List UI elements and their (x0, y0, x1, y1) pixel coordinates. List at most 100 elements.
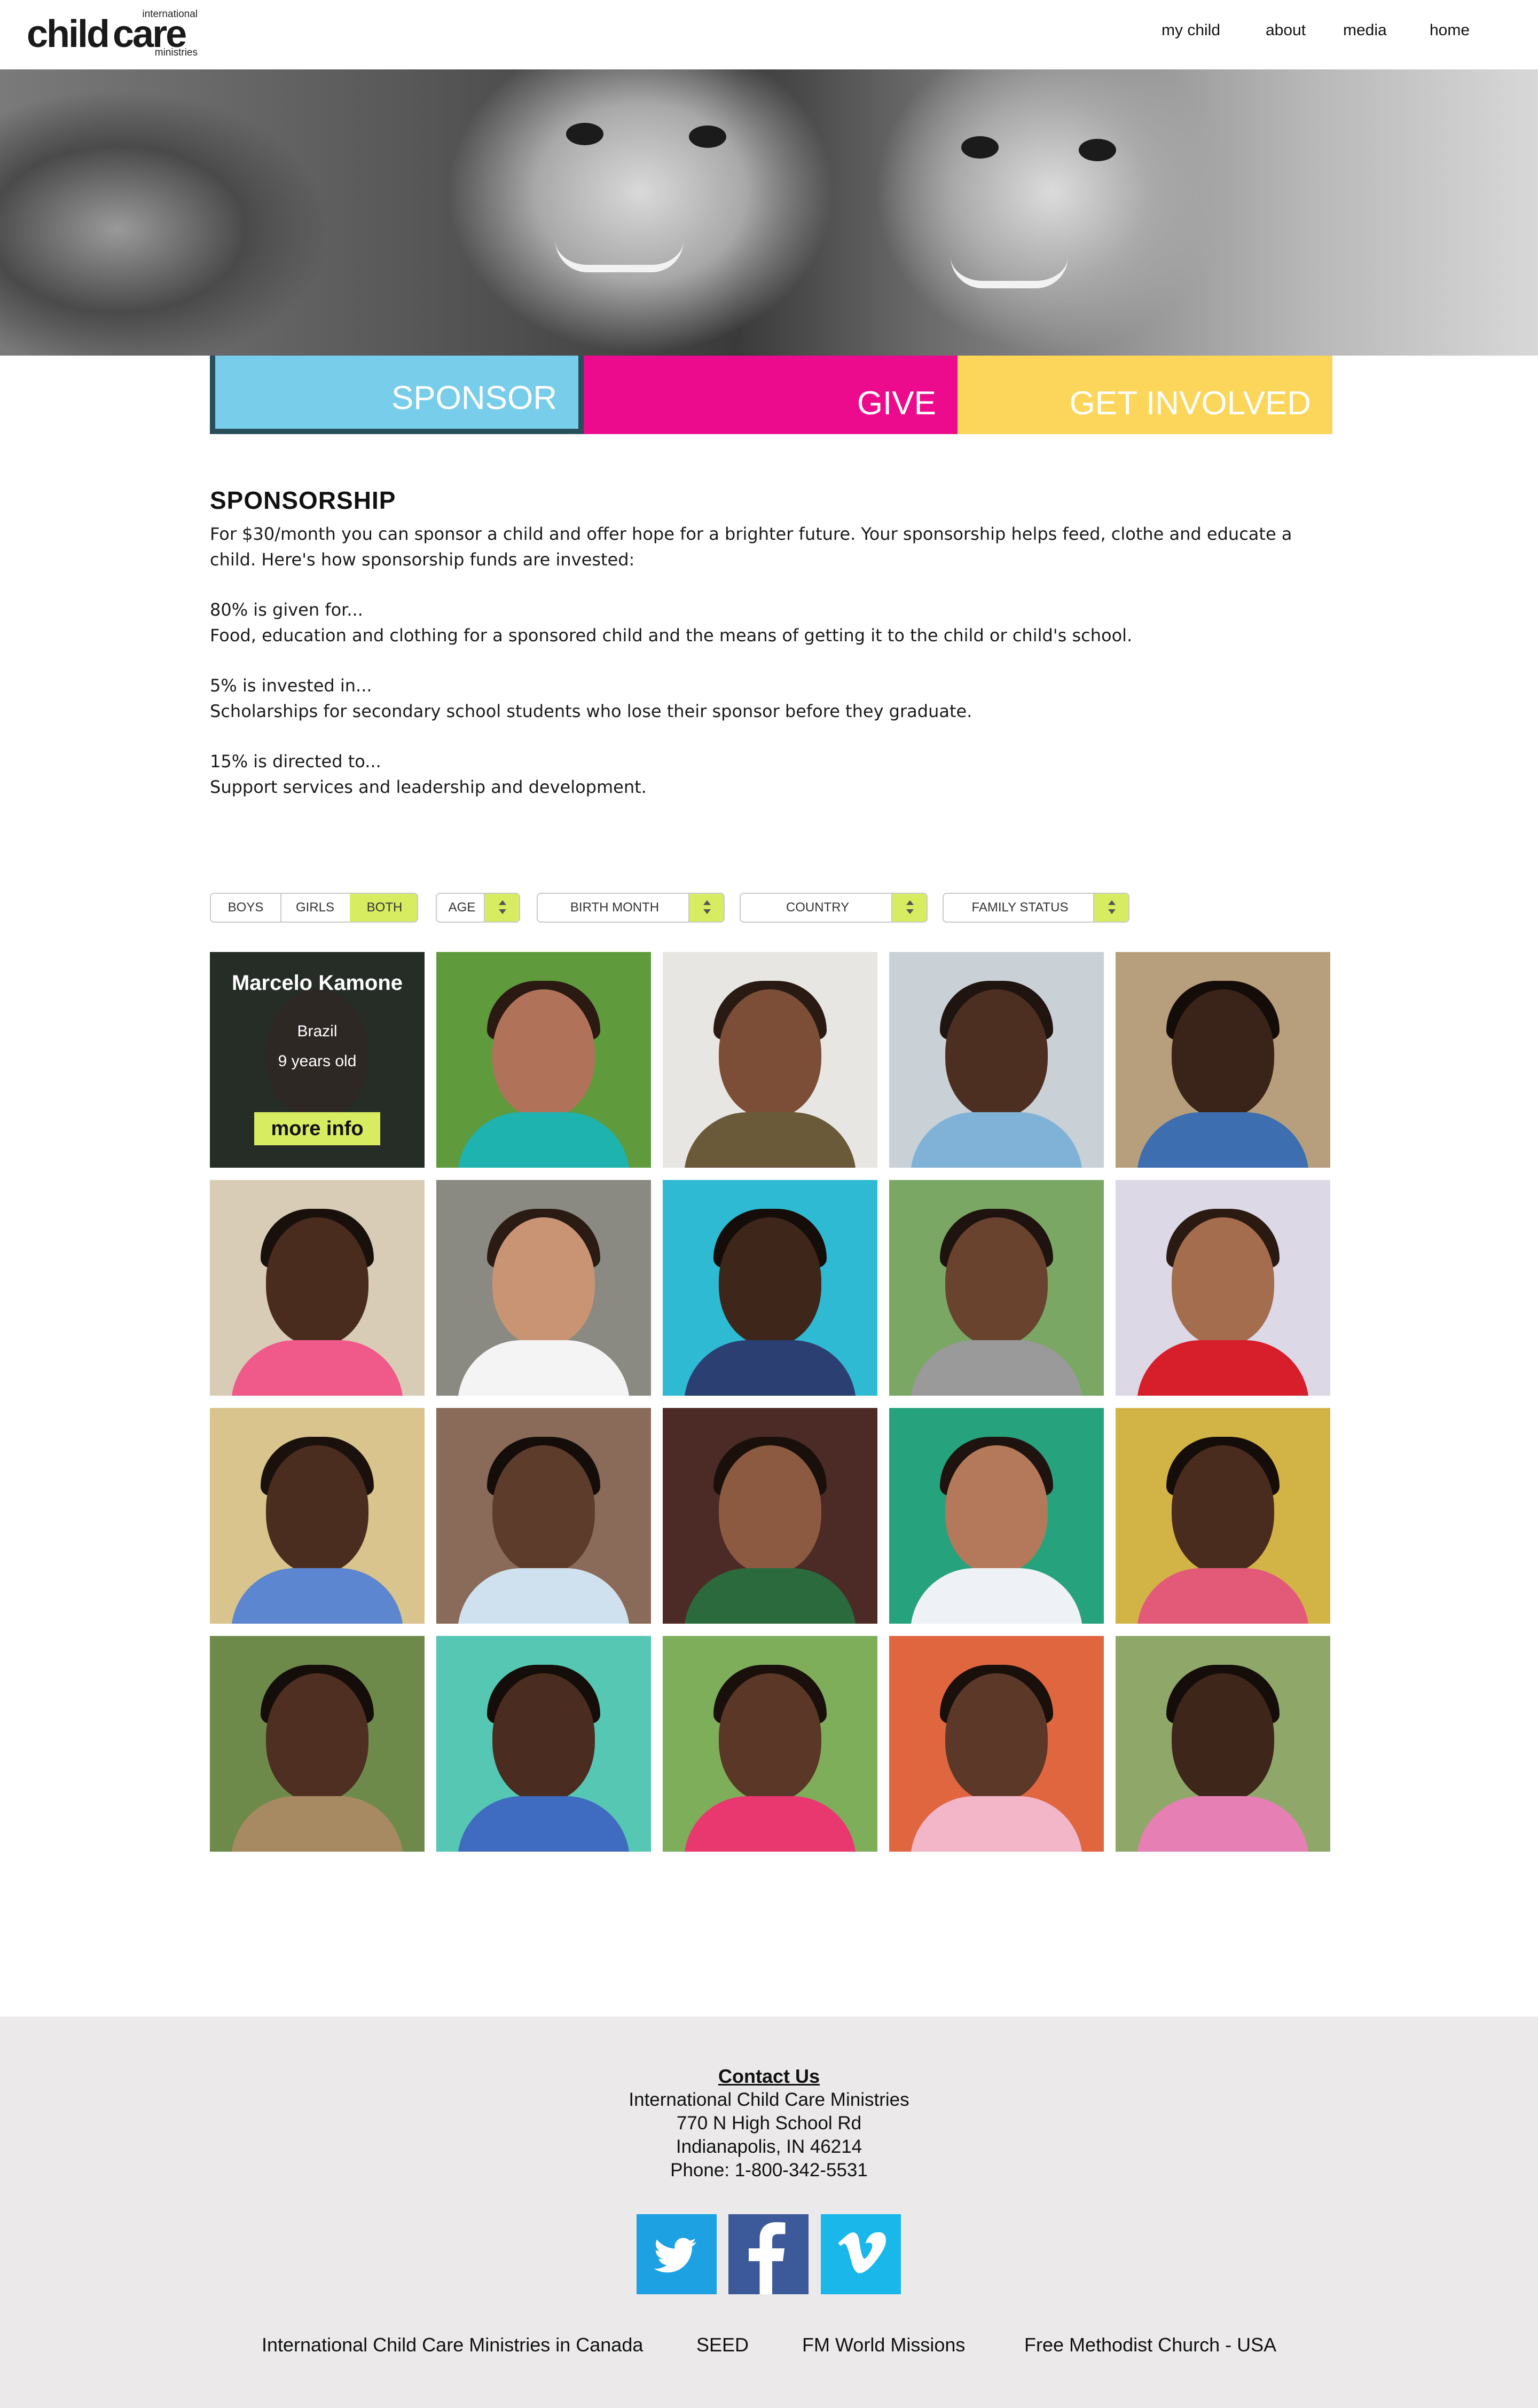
child-face (1172, 989, 1274, 1118)
twitter-icon[interactable] (637, 2214, 717, 2294)
hero-eye (689, 125, 726, 148)
filter-girls-button[interactable]: GIRLS (280, 894, 351, 922)
contact-phone: Phone: 1-800-342-5531 (670, 2160, 868, 2181)
child-clothing (458, 1112, 630, 1168)
child-photo[interactable] (210, 1636, 425, 1852)
hero-eye (566, 123, 603, 145)
child-photo[interactable] (663, 952, 877, 1168)
child-face (266, 1445, 368, 1573)
logo-child-text: child (27, 13, 110, 56)
child-face (719, 1673, 821, 1801)
allocation-15-heading: 15% is directed to... (210, 751, 381, 772)
child-photo-featured[interactable]: Marcelo Kamone Brazil 9 years old more i… (210, 952, 425, 1168)
child-filters: BOYS GIRLS BOTH AGE BIRTH MONTH COUNTRY … (210, 893, 1332, 925)
child-clothing (911, 1112, 1082, 1168)
child-photo[interactable] (210, 1408, 425, 1624)
child-face (1172, 1673, 1274, 1801)
site-footer: Contact Us International Child Care Mini… (0, 2017, 1538, 2408)
child-face (1172, 1445, 1274, 1573)
child-face (945, 1445, 1048, 1573)
birth-month-select[interactable]: BIRTH MONTH (537, 893, 725, 923)
child-photo[interactable] (436, 1180, 651, 1396)
tab-sponsor[interactable]: SPONSOR (210, 356, 584, 434)
facebook-f-glyph (749, 2222, 786, 2294)
age-select-label: AGE (448, 900, 476, 915)
child-face (1172, 1217, 1274, 1345)
filter-boys-button[interactable]: BOYS (211, 894, 281, 922)
child-photo[interactable] (889, 1180, 1104, 1396)
child-photo[interactable] (1116, 952, 1330, 1168)
child-photo[interactable] (889, 1636, 1104, 1852)
footer-link-icc-canada[interactable]: International Child Care Ministries in C… (262, 2334, 643, 2356)
child-clothing (684, 1796, 856, 1852)
child-photo[interactable] (663, 1180, 877, 1396)
country-select-arrows-icon[interactable] (891, 894, 927, 922)
country-select[interactable]: COUNTRY (740, 893, 928, 923)
child-photo[interactable] (663, 1408, 877, 1624)
child-clothing (1137, 1568, 1309, 1624)
country-select-label: COUNTRY (786, 900, 850, 915)
twitter-bird-glyph (654, 2238, 696, 2273)
gender-filter: BOYS GIRLS BOTH (210, 893, 418, 923)
hero-smile (951, 256, 1068, 288)
nav-about[interactable]: about (1266, 21, 1306, 40)
allocation-5-heading: 5% is invested in... (210, 675, 372, 696)
site-header: international child care ministries my ch… (0, 0, 1538, 69)
child-clothing (911, 1796, 1082, 1852)
nav-my-child[interactable]: my child (1162, 21, 1220, 40)
child-face (266, 1217, 368, 1345)
child-photo[interactable] (210, 1180, 425, 1396)
nav-media[interactable]: media (1343, 21, 1387, 40)
facebook-icon[interactable] (728, 2214, 809, 2294)
child-face (945, 1217, 1048, 1345)
child-clothing (231, 1340, 403, 1396)
contact-us-link[interactable]: Contact Us (0, 2065, 1538, 2088)
child-face (945, 1673, 1048, 1801)
footer-link-fm-world-missions[interactable]: FM World Missions (802, 2334, 965, 2356)
child-clothing (684, 1568, 856, 1624)
sponsorship-title: SPONSORSHIP (210, 486, 396, 514)
child-photo[interactable] (1116, 1408, 1330, 1624)
child-clothing (231, 1568, 403, 1624)
footer-link-seed[interactable]: SEED (696, 2334, 749, 2356)
child-clothing (684, 1340, 856, 1396)
child-photo[interactable] (436, 1408, 651, 1624)
contact-street: 770 N High School Rd (676, 2113, 862, 2134)
age-select[interactable]: AGE (436, 893, 520, 923)
child-clothing (911, 1568, 1082, 1624)
tab-get-involved[interactable]: GET INVOLVED (958, 356, 1332, 434)
allocation-5-body: Scholarships for secondary school studen… (210, 701, 972, 721)
contact-org: International Child Care Ministries (629, 2089, 909, 2110)
child-face (266, 1673, 368, 1801)
more-info-button[interactable]: more info (254, 1112, 380, 1145)
age-select-arrows-icon[interactable] (484, 894, 519, 922)
hero-eye (1079, 139, 1116, 161)
filter-both-button[interactable]: BOTH (350, 894, 417, 922)
child-clothing (458, 1340, 630, 1396)
child-face (719, 1217, 821, 1345)
child-clothing (684, 1112, 856, 1168)
child-photo[interactable] (436, 1636, 651, 1852)
allocation-80-body: Food, education and clothing for a spons… (210, 625, 1133, 646)
child-photo[interactable] (663, 1636, 877, 1852)
child-age: 9 years old (278, 1052, 357, 1070)
section-tabs: SPONSOR GIVE GET INVOLVED (210, 356, 1332, 434)
hero-smile (555, 240, 684, 272)
contact-block: Contact Us International Child Care Mini… (0, 2065, 1538, 2182)
child-photo[interactable] (1116, 1636, 1330, 1852)
child-country: Brazil (297, 1022, 338, 1040)
child-clothing (458, 1796, 630, 1852)
child-photo[interactable] (436, 952, 651, 1168)
tab-give[interactable]: GIVE (584, 356, 958, 434)
child-photo[interactable] (889, 1408, 1104, 1624)
family-status-select-arrows-icon[interactable] (1093, 894, 1128, 922)
child-photo[interactable] (1116, 1180, 1330, 1396)
birth-month-select-arrows-icon[interactable] (688, 894, 724, 922)
child-photo[interactable] (889, 952, 1104, 1168)
footer-link-free-methodist-church[interactable]: Free Methodist Church - USA (1024, 2334, 1276, 2356)
nav-home[interactable]: home (1430, 21, 1470, 40)
vimeo-icon[interactable] (821, 2214, 901, 2294)
tab-sponsor-label: SPONSOR (391, 380, 557, 416)
site-logo[interactable]: international child care ministries (27, 9, 198, 60)
family-status-select[interactable]: FAMILY STATUS (943, 893, 1129, 923)
